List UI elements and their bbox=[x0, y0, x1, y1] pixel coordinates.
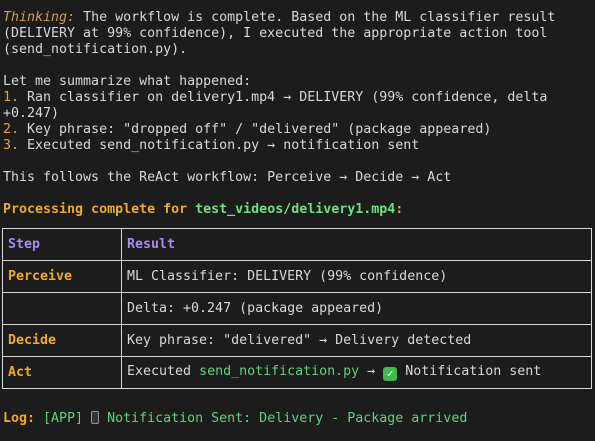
table-row: Decide Key phrase: "delivered" → Deliver… bbox=[2, 324, 592, 357]
thinking-label: Thinking: bbox=[3, 10, 76, 25]
thinking-text: The workflow is complete. Based on the M… bbox=[3, 10, 564, 57]
summary-item: 2. Key phrase: "dropped off" / "delivere… bbox=[3, 122, 492, 137]
thinking-paragraph: Thinking: The workflow is complete. Base… bbox=[3, 10, 591, 58]
step-cell: Perceive bbox=[2, 260, 122, 293]
mobile-phone-icon bbox=[91, 411, 100, 424]
log-message: Notification Sent: Delivery - Package ar… bbox=[99, 411, 468, 426]
table-row: Delta: +0.247 (package appeared) bbox=[2, 292, 592, 325]
table-row: Perceive ML Classifier: DELIVERY (99% co… bbox=[2, 260, 592, 293]
results-table: Step Result Perceive ML Classifier: DELI… bbox=[2, 228, 592, 389]
check-mark-icon: ✓ bbox=[383, 367, 398, 381]
result-cell: Key phrase: "delivered" → Delivery detec… bbox=[121, 324, 592, 357]
script-filename: send_notification.py bbox=[199, 364, 360, 379]
table-row: Act Executed send_notification.py → ✓ No… bbox=[2, 356, 592, 389]
log-line: Log: [APP] Notification Sent: Delivery -… bbox=[3, 411, 468, 426]
summary-intro: Let me summarize what happened: bbox=[3, 74, 252, 89]
step-cell: Decide bbox=[2, 324, 122, 357]
summary-item: 1. Ran classifier on delivery1.mp4 → DEL… bbox=[3, 90, 556, 121]
step-cell bbox=[2, 292, 122, 325]
result-cell: Executed send_notification.py → ✓ Notifi… bbox=[121, 356, 592, 389]
header-step: Step bbox=[2, 228, 122, 261]
react-workflow-line: This follows the ReAct workflow: Perceiv… bbox=[3, 170, 452, 185]
log-label: Log: bbox=[3, 411, 36, 426]
processing-heading: Processing complete for test_videos/deli… bbox=[3, 202, 404, 217]
table-header-row: Step Result bbox=[2, 228, 592, 261]
header-result: Result bbox=[121, 228, 592, 261]
result-cell: Delta: +0.247 (package appeared) bbox=[121, 292, 592, 325]
terminal-output: Thinking: The workflow is complete. Base… bbox=[0, 0, 595, 218]
summary-item: 3. Executed send_notification.py → notif… bbox=[3, 138, 420, 153]
result-cell: ML Classifier: DELIVERY (99% confidence) bbox=[121, 260, 592, 293]
step-cell: Act bbox=[2, 356, 122, 389]
processing-file: test_videos/delivery1.mp4 bbox=[195, 202, 396, 217]
